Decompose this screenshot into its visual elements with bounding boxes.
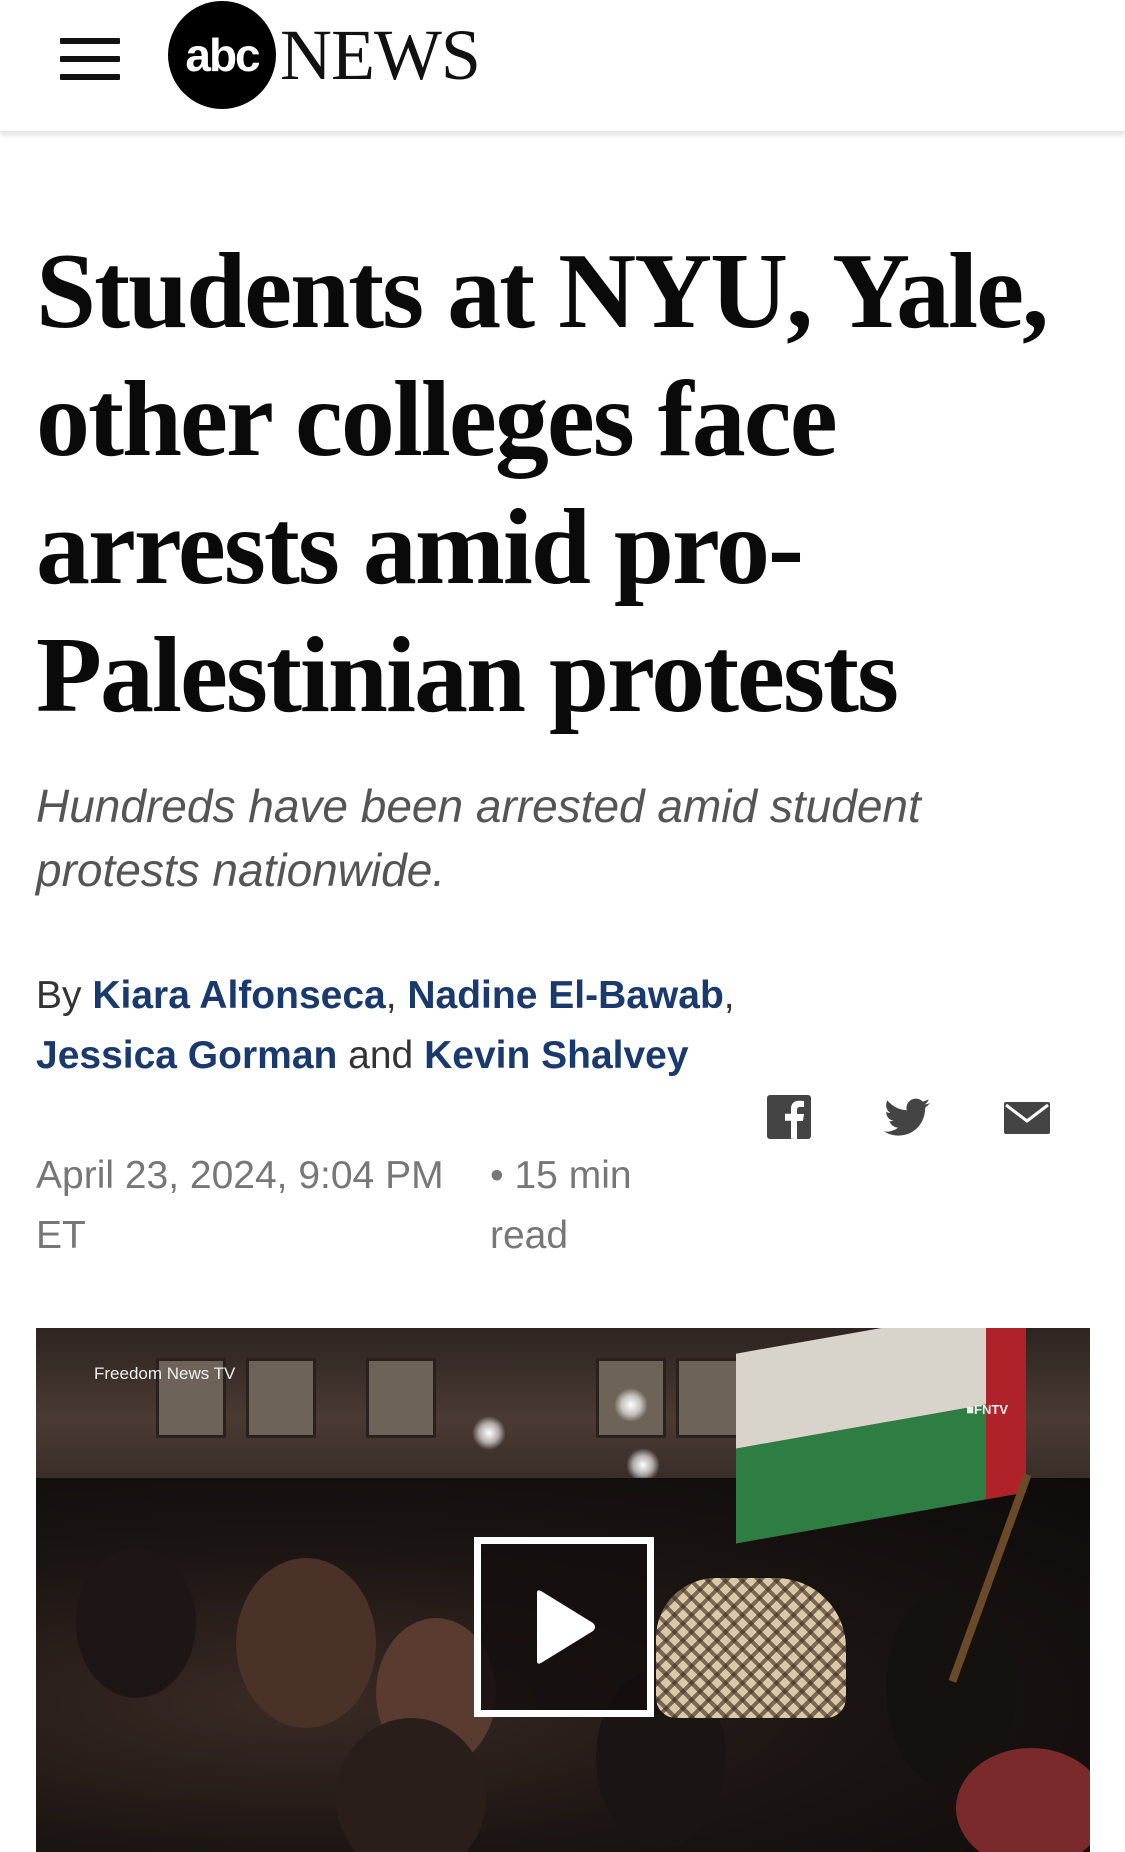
author-link[interactable]: Jessica Gorman — [36, 1034, 337, 1077]
byline-separator: , — [723, 974, 735, 1017]
author-link[interactable]: Nadine El-Bawab — [407, 974, 723, 1017]
play-button[interactable] — [474, 1537, 654, 1717]
keffiyeh — [656, 1578, 846, 1718]
article-headline: Students at NYU, Yale, other colleges fa… — [36, 232, 1049, 735]
video-watermark-logo: ■FNTV — [966, 1402, 1008, 1417]
article-subhead: Hundreds have been arrested amid student… — [36, 780, 921, 896]
video-player[interactable]: Freedom News TV ■FNTV — [36, 1328, 1090, 1852]
video-watermark: Freedom News TV — [94, 1364, 236, 1383]
site-header: abc NEWS — [0, 0, 1125, 132]
email-icon[interactable] — [1002, 1092, 1052, 1142]
byline-separator: , — [385, 974, 408, 1017]
logo-abc: abc — [168, 1, 276, 109]
twitter-icon[interactable] — [882, 1092, 932, 1142]
menu-icon[interactable] — [60, 38, 120, 80]
author-link[interactable]: Kiara Alfonseca — [92, 974, 385, 1017]
byline-prefix: By — [36, 974, 82, 1017]
author-link[interactable]: Kevin Shalvey — [424, 1034, 688, 1077]
byline-conjunction: and — [337, 1034, 425, 1077]
facebook-icon[interactable] — [764, 1092, 814, 1142]
read-time: • 15 min read — [490, 1154, 632, 1257]
play-icon — [537, 1590, 595, 1664]
byline: By Kiara Alfonseca, Nadine El-Bawab, Jes… — [36, 966, 756, 1086]
abc-news-logo[interactable]: abc NEWS — [168, 1, 481, 109]
publish-date: April 23, 2024, 9:04 PM ET — [36, 1154, 444, 1257]
logo-news: NEWS — [280, 14, 481, 95]
